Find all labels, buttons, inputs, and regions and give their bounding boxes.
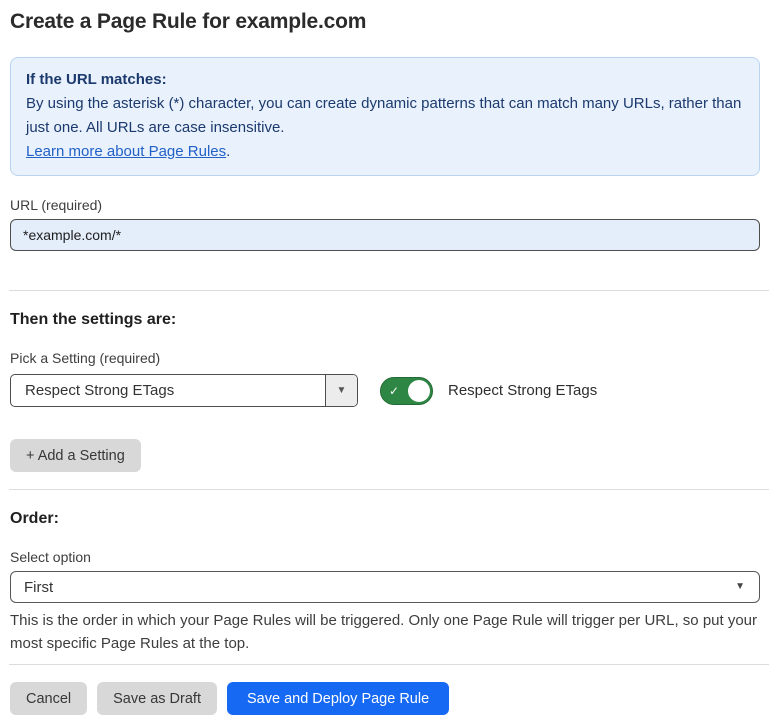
url-field-label: URL (required) xyxy=(10,197,760,213)
setting-select-arrow-button[interactable]: ▼ xyxy=(325,375,357,406)
setting-select-value: Respect Strong ETags xyxy=(11,375,325,406)
url-input[interactable] xyxy=(10,219,760,251)
toggle-knob xyxy=(408,380,430,402)
save-as-draft-button[interactable]: Save as Draft xyxy=(97,682,217,715)
save-and-deploy-button[interactable]: Save and Deploy Page Rule xyxy=(227,682,449,715)
chevron-down-icon: ▼ xyxy=(735,582,745,592)
chevron-down-icon: ▼ xyxy=(337,386,347,396)
create-page-rule-panel: Create a Page Rule for example.com If th… xyxy=(0,0,769,715)
divider xyxy=(9,664,769,665)
link-suffix: . xyxy=(226,143,230,160)
add-setting-button[interactable]: + Add a Setting xyxy=(10,439,141,472)
order-select[interactable]: First ▼ xyxy=(10,571,760,603)
order-help-text: This is the order in which your Page Rul… xyxy=(10,609,765,655)
page-title: Create a Page Rule for example.com xyxy=(10,10,760,34)
info-box-heading: If the URL matches: xyxy=(26,68,744,92)
settings-section-heading: Then the settings are: xyxy=(10,311,760,329)
learn-more-link[interactable]: Learn more about Page Rules xyxy=(26,143,226,160)
setting-toggle[interactable]: ✓ xyxy=(380,377,433,405)
check-icon: ✓ xyxy=(389,385,399,397)
pick-setting-label: Pick a Setting (required) xyxy=(10,350,760,366)
info-box-body: By using the asterisk (*) character, you… xyxy=(26,92,744,140)
setting-toggle-label: Respect Strong ETags xyxy=(448,382,597,399)
order-section-heading: Order: xyxy=(10,510,760,528)
cancel-button[interactable]: Cancel xyxy=(10,682,87,715)
order-select-value: First xyxy=(24,579,53,596)
footer-action-bar: Cancel Save as Draft Save and Deploy Pag… xyxy=(10,682,760,715)
divider xyxy=(9,290,769,291)
order-select-label: Select option xyxy=(10,549,760,565)
divider xyxy=(9,489,769,490)
setting-select[interactable]: Respect Strong ETags ▼ xyxy=(10,374,358,407)
setting-row: Respect Strong ETags ▼ ✓ Respect Strong … xyxy=(10,374,760,407)
url-match-info-box: If the URL matches: By using the asteris… xyxy=(10,57,760,176)
info-box-link-line: Learn more about Page Rules. xyxy=(26,140,744,164)
